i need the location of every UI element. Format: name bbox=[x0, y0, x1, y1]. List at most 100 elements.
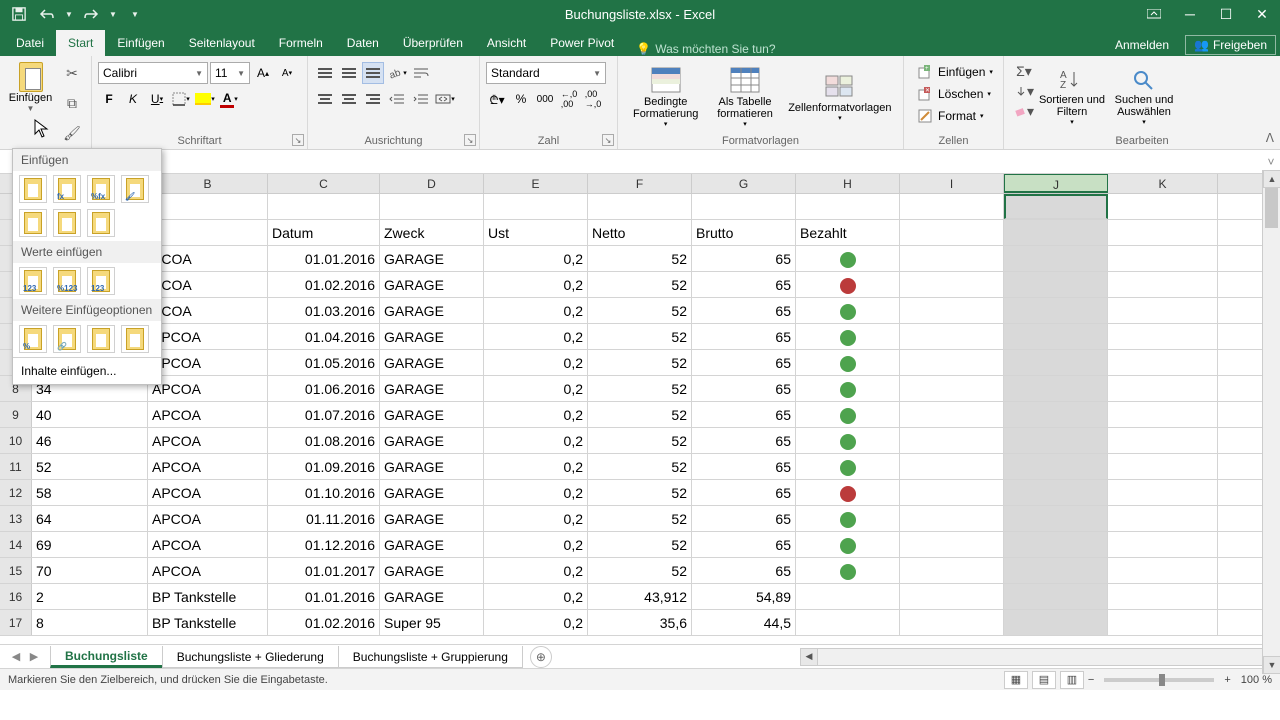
conditional-formatting-button[interactable]: Bedingte Formatierung▾ bbox=[628, 62, 703, 131]
cell[interactable]: 52 bbox=[32, 454, 148, 479]
cell[interactable] bbox=[900, 506, 1004, 531]
cell[interactable]: 0,2 bbox=[484, 402, 588, 427]
tab-file[interactable]: Datei bbox=[4, 30, 56, 56]
cell[interactable]: 01.03.2016 bbox=[268, 298, 380, 323]
paste-option-formatting[interactable]: % bbox=[19, 325, 47, 353]
cell[interactable]: 65 bbox=[692, 350, 796, 375]
cell[interactable] bbox=[796, 558, 900, 583]
cell[interactable]: APCOA bbox=[148, 532, 268, 557]
font-dialog-icon[interactable]: ↘ bbox=[292, 134, 304, 146]
cell[interactable]: APCOA bbox=[148, 480, 268, 505]
cell[interactable]: PCOA bbox=[148, 246, 268, 271]
cell[interactable] bbox=[1004, 584, 1108, 609]
cell[interactable]: 64 bbox=[32, 506, 148, 531]
cell[interactable] bbox=[900, 272, 1004, 297]
cell[interactable]: APCOA bbox=[148, 402, 268, 427]
percent-format-icon[interactable]: % bbox=[510, 88, 532, 110]
cell[interactable]: 01.01.2016 bbox=[268, 584, 380, 609]
cell[interactable] bbox=[1108, 584, 1218, 609]
sheet-nav-prev-icon[interactable]: ◀ bbox=[8, 649, 24, 665]
cell[interactable]: APCOA bbox=[148, 350, 268, 375]
copy-icon[interactable]: ⧉ bbox=[61, 94, 83, 112]
cell[interactable] bbox=[900, 350, 1004, 375]
tell-me-search[interactable]: 💡 Was möchten Sie tun? bbox=[636, 42, 775, 56]
cell[interactable] bbox=[1108, 298, 1218, 323]
cell[interactable]: 58 bbox=[32, 480, 148, 505]
format-as-table-button[interactable]: Als Tabelle formatieren▾ bbox=[707, 62, 782, 131]
cell[interactable]: APCOA bbox=[148, 558, 268, 583]
cell[interactable]: 0,2 bbox=[484, 532, 588, 557]
align-center-icon[interactable] bbox=[338, 88, 360, 110]
cell[interactable]: APCOA bbox=[148, 506, 268, 531]
col-header-k[interactable]: K bbox=[1108, 174, 1218, 193]
col-header-i[interactable]: I bbox=[900, 174, 1004, 193]
cell[interactable] bbox=[796, 376, 900, 401]
find-select-button[interactable]: Suchen und Auswählen▾ bbox=[1110, 62, 1178, 131]
cell[interactable] bbox=[900, 298, 1004, 323]
cell[interactable]: 35,6 bbox=[588, 610, 692, 635]
align-right-icon[interactable] bbox=[362, 88, 384, 110]
cell[interactable]: APCOA bbox=[148, 454, 268, 479]
cell[interactable]: GARAGE bbox=[380, 246, 484, 271]
format-cells-button[interactable]: Format▾ bbox=[914, 106, 997, 126]
align-middle-icon[interactable] bbox=[338, 62, 360, 84]
cell[interactable] bbox=[1004, 402, 1108, 427]
cell[interactable] bbox=[900, 480, 1004, 505]
accounting-format-icon[interactable]: ₾▾ bbox=[486, 88, 508, 110]
decrease-font-icon[interactable]: A▾ bbox=[276, 62, 298, 84]
tab-pagelayout[interactable]: Seitenlayout bbox=[177, 30, 267, 56]
cell[interactable]: 0,2 bbox=[484, 480, 588, 505]
align-top-icon[interactable] bbox=[314, 62, 336, 84]
cell[interactable] bbox=[796, 532, 900, 557]
row-header[interactable]: 15 bbox=[0, 558, 32, 583]
cell[interactable] bbox=[900, 376, 1004, 401]
paste-option-values[interactable]: 123 bbox=[19, 267, 47, 295]
paste-option-link[interactable]: 🔗 bbox=[53, 325, 81, 353]
cell[interactable]: GARAGE bbox=[380, 272, 484, 297]
cell[interactable]: 0,2 bbox=[484, 454, 588, 479]
cell[interactable] bbox=[380, 194, 484, 219]
cell[interactable]: 52 bbox=[588, 558, 692, 583]
cell[interactable] bbox=[900, 220, 1004, 245]
cell[interactable] bbox=[796, 506, 900, 531]
cell[interactable]: 46 bbox=[32, 428, 148, 453]
cell[interactable] bbox=[1108, 350, 1218, 375]
comma-format-icon[interactable]: 000 bbox=[534, 88, 556, 110]
paste-option-keep-source[interactable]: 🖌 bbox=[121, 175, 149, 203]
redo-dropdown-icon[interactable]: ▼ bbox=[108, 3, 118, 25]
cell[interactable]: 0,2 bbox=[484, 324, 588, 349]
cell[interactable] bbox=[1108, 558, 1218, 583]
zoom-slider[interactable] bbox=[1104, 678, 1214, 682]
borders-icon[interactable]: ▾ bbox=[170, 88, 192, 110]
cell[interactable] bbox=[1108, 220, 1218, 245]
paste-option-column-widths[interactable] bbox=[53, 209, 81, 237]
cell[interactable] bbox=[1004, 324, 1108, 349]
cell[interactable]: Ust bbox=[484, 220, 588, 245]
cell[interactable]: 01.07.2016 bbox=[268, 402, 380, 427]
cell[interactable] bbox=[1004, 480, 1108, 505]
cell[interactable]: 52 bbox=[588, 506, 692, 531]
number-format-dropdown[interactable]: Standard ▼ bbox=[486, 62, 606, 84]
cell[interactable]: 65 bbox=[692, 428, 796, 453]
italic-button[interactable]: K bbox=[122, 88, 144, 110]
paste-option-transpose[interactable] bbox=[87, 209, 115, 237]
col-header-f[interactable]: F bbox=[588, 174, 692, 193]
cell[interactable] bbox=[1004, 506, 1108, 531]
cell[interactable] bbox=[796, 610, 900, 635]
cell[interactable]: BP Tankstelle bbox=[148, 584, 268, 609]
cell[interactable]: 65 bbox=[692, 298, 796, 323]
cell[interactable] bbox=[900, 558, 1004, 583]
cell[interactable] bbox=[796, 246, 900, 271]
maximize-icon[interactable]: ☐ bbox=[1208, 0, 1244, 28]
cell[interactable]: 52 bbox=[588, 454, 692, 479]
increase-decimal-icon[interactable]: ←,0,00 bbox=[558, 88, 580, 110]
cell[interactable]: 01.04.2016 bbox=[268, 324, 380, 349]
cell[interactable]: 65 bbox=[692, 506, 796, 531]
cell[interactable] bbox=[1108, 610, 1218, 635]
cell[interactable]: GARAGE bbox=[380, 532, 484, 557]
cell[interactable]: GARAGE bbox=[380, 558, 484, 583]
cell[interactable]: 0,2 bbox=[484, 246, 588, 271]
cell[interactable]: 0,2 bbox=[484, 376, 588, 401]
cell[interactable]: 01.11.2016 bbox=[268, 506, 380, 531]
cell[interactable] bbox=[796, 194, 900, 219]
